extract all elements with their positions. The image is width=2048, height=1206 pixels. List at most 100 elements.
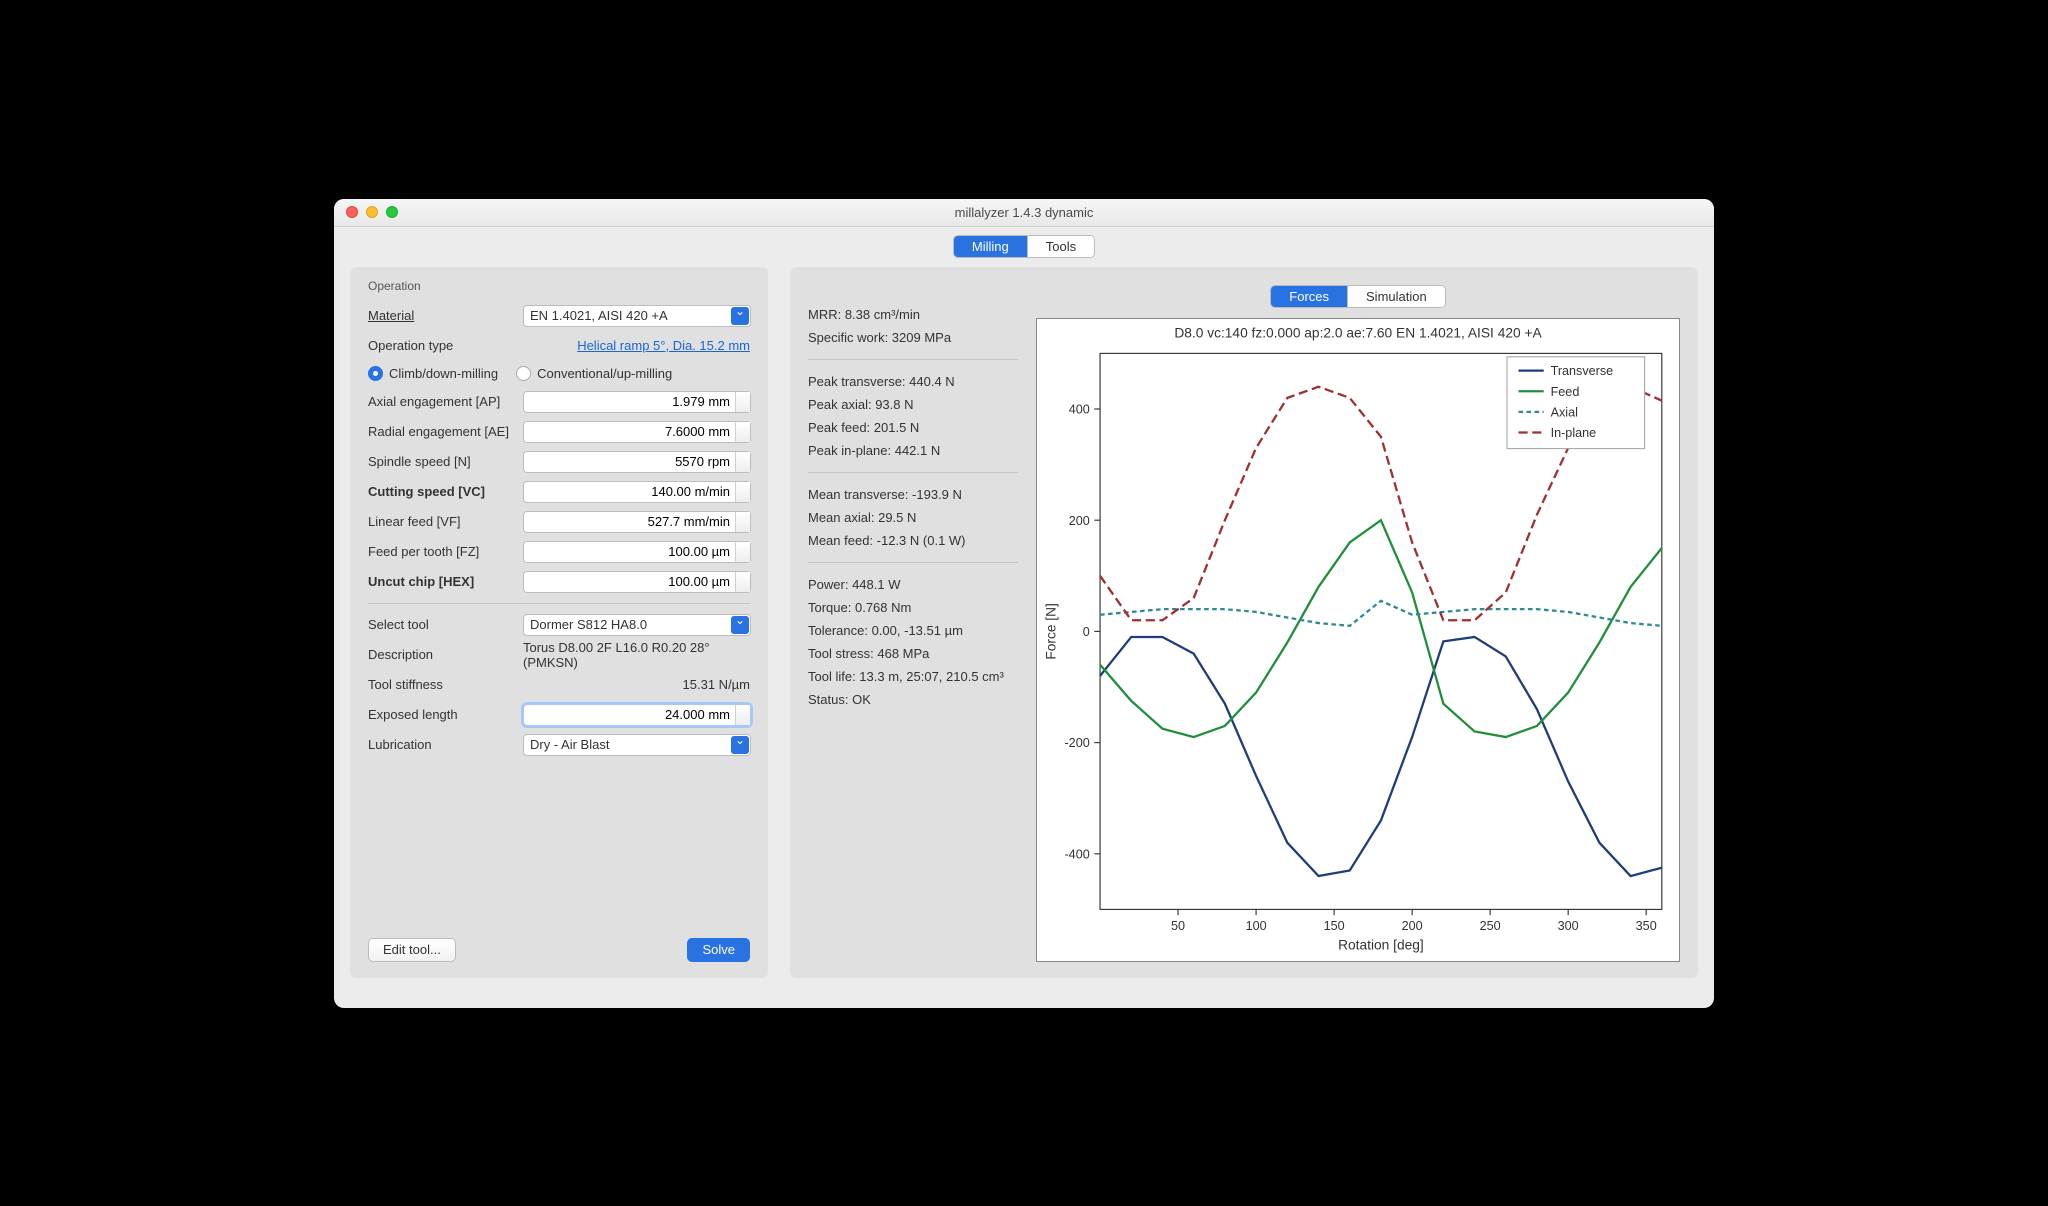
- field-label: Feed per tooth [FZ]: [368, 544, 523, 559]
- tab-simulation[interactable]: Simulation: [1347, 286, 1445, 307]
- radio-conv-label: Conventional/up-milling: [537, 366, 672, 381]
- field-value[interactable]: [524, 394, 734, 409]
- description-value: Torus D8.00 2F L16.0 R0.20 28° (PMKSN): [523, 640, 750, 670]
- field-label: Axial engagement [AP]: [368, 394, 523, 409]
- svg-text:400: 400: [1069, 402, 1090, 416]
- field-input[interactable]: ▲▼: [523, 451, 751, 473]
- window-title: millalyzer 1.4.3 dynamic: [334, 205, 1714, 220]
- svg-text:-400: -400: [1064, 847, 1089, 861]
- field-value[interactable]: [524, 514, 734, 529]
- svg-text:Feed: Feed: [1551, 384, 1580, 398]
- field-value[interactable]: [524, 544, 734, 559]
- svg-text:D8.0 vc:140 fz:0.000 ap:2.0 ae: D8.0 vc:140 fz:0.000 ap:2.0 ae:7.60 EN 1…: [1174, 325, 1542, 340]
- field-input[interactable]: ▲▼: [523, 511, 751, 533]
- status-value: Status: OK: [808, 692, 1018, 707]
- app-window: millalyzer 1.4.3 dynamic MillingTools Op…: [334, 199, 1714, 1008]
- operation-type-link[interactable]: Helical ramp 5°, Dia. 15.2 mm: [577, 338, 750, 353]
- lubrication-label: Lubrication: [368, 737, 523, 752]
- zoom-icon[interactable]: [386, 206, 398, 218]
- svg-text:300: 300: [1558, 919, 1579, 933]
- tool-select[interactable]: Dormer S812 HA8.0: [523, 614, 751, 636]
- edit-tool-button[interactable]: Edit tool...: [368, 938, 456, 962]
- field-input[interactable]: ▲▼: [523, 541, 751, 563]
- svg-text:In-plane: In-plane: [1551, 426, 1597, 440]
- mean-axial-value: Mean axial: 29.5 N: [808, 510, 1018, 525]
- chart-area: ForcesSimulation D8.0 vc:140 fz:0.000 ap…: [1036, 279, 1680, 962]
- radio-climb-milling[interactable]: Climb/down-milling: [368, 366, 498, 381]
- specific-work-value: Specific work: 3209 MPa: [808, 330, 1018, 345]
- peak-feed-value: Peak feed: 201.5 N: [808, 420, 1018, 435]
- peak-inplane-value: Peak in-plane: 442.1 N: [808, 443, 1018, 458]
- material-select[interactable]: EN 1.4021, AISI 420 +A: [523, 305, 751, 327]
- svg-text:250: 250: [1480, 919, 1501, 933]
- forces-plot: D8.0 vc:140 fz:0.000 ap:2.0 ae:7.60 EN 1…: [1036, 318, 1680, 962]
- svg-text:Axial: Axial: [1551, 405, 1578, 419]
- field-input[interactable]: ▲▼: [523, 421, 751, 443]
- svg-text:0: 0: [1083, 624, 1090, 638]
- operation-type-label: Operation type: [368, 338, 523, 353]
- svg-text:100: 100: [1246, 919, 1267, 933]
- lubrication-select[interactable]: Dry - Air Blast: [523, 734, 751, 756]
- close-icon[interactable]: [346, 206, 358, 218]
- torque-value: Torque: 0.768 Nm: [808, 600, 1018, 615]
- operation-panel: Operation Material EN 1.4021, AISI 420 +…: [350, 267, 768, 978]
- field-value[interactable]: [524, 484, 734, 499]
- tab-milling[interactable]: Milling: [954, 236, 1027, 257]
- exposed-length-input[interactable]: ▲▼: [523, 704, 751, 726]
- exposed-length-label: Exposed length: [368, 707, 523, 722]
- minimize-icon[interactable]: [366, 206, 378, 218]
- results-readout: MRR: 8.38 cm³/min Specific work: 3209 MP…: [808, 279, 1018, 962]
- description-label: Description: [368, 647, 523, 662]
- material-label-link[interactable]: Material: [368, 308, 523, 323]
- radio-dot-icon: [516, 366, 531, 381]
- svg-text:Force [N]: Force [N]: [1043, 603, 1058, 660]
- svg-text:350: 350: [1636, 919, 1657, 933]
- field-label: Linear feed [VF]: [368, 514, 523, 529]
- material-select-value: EN 1.4021, AISI 420 +A: [530, 308, 668, 323]
- radio-dot-icon: [368, 366, 383, 381]
- edit-tool-label: Edit tool...: [383, 942, 441, 957]
- field-input[interactable]: ▲▼: [523, 391, 751, 413]
- field-value[interactable]: [524, 424, 734, 439]
- field-input[interactable]: ▲▼: [523, 571, 751, 593]
- tolerance-value: Tolerance: 0.00, -13.51 µm: [808, 623, 1018, 638]
- mrr-value: MRR: 8.38 cm³/min: [808, 307, 1018, 322]
- svg-text:200: 200: [1069, 513, 1090, 527]
- operation-section-label: Operation: [368, 279, 750, 293]
- top-tab-bar: MillingTools: [334, 227, 1714, 267]
- tool-stiffness-label: Tool stiffness: [368, 677, 523, 692]
- titlebar: millalyzer 1.4.3 dynamic: [334, 199, 1714, 227]
- select-tool-label: Select tool: [368, 617, 523, 632]
- field-value[interactable]: [524, 454, 734, 469]
- exposed-length-value[interactable]: [524, 707, 734, 722]
- field-label: Radial engagement [AE]: [368, 424, 523, 439]
- results-panel: MRR: 8.38 cm³/min Specific work: 3209 MP…: [790, 267, 1698, 978]
- mean-feed-value: Mean feed: -12.3 N (0.1 W): [808, 533, 1018, 548]
- field-label: Spindle speed [N]: [368, 454, 523, 469]
- peak-transverse-value: Peak transverse: 440.4 N: [808, 374, 1018, 389]
- solve-button[interactable]: Solve: [687, 938, 750, 962]
- svg-text:-200: -200: [1064, 736, 1089, 750]
- tool-stress-value: Tool stress: 468 MPa: [808, 646, 1018, 661]
- tab-tools[interactable]: Tools: [1027, 236, 1094, 257]
- lubrication-select-value: Dry - Air Blast: [530, 737, 609, 752]
- svg-text:200: 200: [1402, 919, 1423, 933]
- radio-conventional-milling[interactable]: Conventional/up-milling: [516, 366, 672, 381]
- field-label: Cutting speed [VC]: [368, 484, 523, 499]
- tool-life-value: Tool life: 13.3 m, 25:07, 210.5 cm³: [808, 669, 1018, 684]
- svg-text:Transverse: Transverse: [1551, 364, 1614, 378]
- field-value[interactable]: [524, 574, 734, 589]
- tool-stiffness-value: 15.31 N/µm: [523, 677, 750, 692]
- solve-label: Solve: [702, 942, 735, 957]
- radio-climb-label: Climb/down-milling: [389, 366, 498, 381]
- svg-text:Rotation [deg]: Rotation [deg]: [1338, 937, 1424, 952]
- svg-text:50: 50: [1171, 919, 1185, 933]
- field-input[interactable]: ▲▼: [523, 481, 751, 503]
- power-value: Power: 448.1 W: [808, 577, 1018, 592]
- tab-forces[interactable]: Forces: [1271, 286, 1347, 307]
- tool-select-value: Dormer S812 HA8.0: [530, 617, 647, 632]
- field-label: Uncut chip [HEX]: [368, 574, 523, 589]
- mean-transverse-value: Mean transverse: -193.9 N: [808, 487, 1018, 502]
- peak-axial-value: Peak axial: 93.8 N: [808, 397, 1018, 412]
- svg-text:150: 150: [1324, 919, 1345, 933]
